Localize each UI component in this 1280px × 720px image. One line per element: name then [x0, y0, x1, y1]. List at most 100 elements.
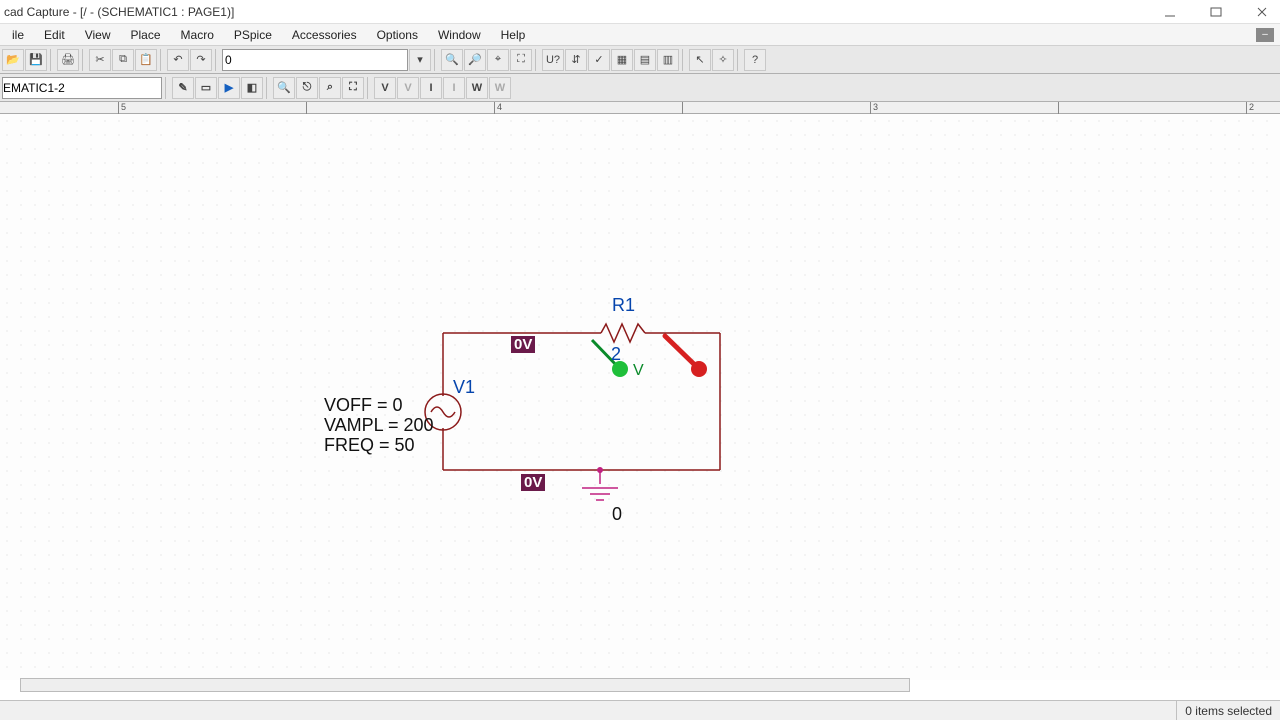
- horizontal-scrollbar[interactable]: [20, 678, 910, 692]
- menu-options[interactable]: Options: [367, 26, 428, 44]
- open-button[interactable]: 📂: [2, 49, 24, 71]
- marker-i-button[interactable]: I: [420, 77, 442, 99]
- menu-view[interactable]: View: [75, 26, 121, 44]
- menubar: ile Edit View Place Macro PSpice Accesso…: [0, 24, 1280, 46]
- close-document-button[interactable]: –: [1256, 28, 1274, 42]
- results-icon: ◧: [247, 81, 257, 94]
- net-label-top[interactable]: 0V: [511, 336, 535, 353]
- ruler-tick: 3: [870, 102, 878, 114]
- titlebar: cad Capture - [/ - (SCHEMATIC1 : PAGE1)]: [0, 0, 1280, 24]
- part-search-input[interactable]: [222, 49, 408, 71]
- new-profile-button[interactable]: ✎: [172, 77, 194, 99]
- edit-profile-icon: ▭: [201, 81, 211, 94]
- paste-icon: 📋: [139, 53, 153, 66]
- folder-icon: 📂: [6, 53, 20, 66]
- tool-u-button[interactable]: U?: [542, 49, 564, 71]
- vsource-freq-label[interactable]: FREQ = 50: [324, 435, 415, 455]
- tool-check-button[interactable]: ✓: [588, 49, 610, 71]
- redo-icon: ↷: [196, 53, 205, 66]
- help-button[interactable]: ?: [744, 49, 766, 71]
- vsource-voff-label[interactable]: VOFF = 0: [324, 395, 403, 415]
- resistor-ref-label[interactable]: R1: [612, 295, 635, 316]
- zoom-in-icon: 🔍: [445, 53, 459, 66]
- run-button[interactable]: ▶: [218, 77, 240, 99]
- redo-button[interactable]: ↷: [190, 49, 212, 71]
- statusbar: 0 items selected: [0, 700, 1280, 720]
- tool-grid2-button[interactable]: ▤: [634, 49, 656, 71]
- probe-zoom-button[interactable]: ⌕: [319, 77, 341, 99]
- menu-edit[interactable]: Edit: [34, 26, 75, 44]
- toolbar-pspice: ✎ ▭ ▶ ◧ 🔍 ⎋ ⌕ ⛶ V V I I W W: [0, 74, 1280, 102]
- probe-area-button[interactable]: ⛶: [342, 77, 364, 99]
- print-button[interactable]: 🖨: [57, 49, 79, 71]
- save-button[interactable]: 💾: [25, 49, 47, 71]
- menu-window[interactable]: Window: [428, 26, 491, 44]
- ruler-tick: 4: [494, 102, 502, 114]
- probe-toggle-button[interactable]: ⎋: [296, 77, 318, 99]
- close-button[interactable]: [1248, 3, 1276, 21]
- play-icon: ▶: [225, 81, 233, 94]
- scissors-icon: ✂: [95, 53, 104, 66]
- menu-file[interactable]: ile: [2, 26, 34, 44]
- menu-accessories[interactable]: Accessories: [282, 26, 367, 44]
- pointer-icon: ↖: [695, 53, 704, 66]
- tool-grid3-button[interactable]: ▥: [657, 49, 679, 71]
- vsource-vampl-label[interactable]: VAMPL = 200: [324, 415, 434, 435]
- view-results-button[interactable]: ◧: [241, 77, 263, 99]
- part-search-dropdown-button[interactable]: ▾: [409, 49, 431, 71]
- menu-place[interactable]: Place: [121, 26, 171, 44]
- simprofile-select[interactable]: [2, 77, 162, 99]
- zoom-fit-icon: ⛶: [517, 53, 525, 66]
- ground-label[interactable]: 0: [612, 504, 622, 525]
- probe-zoom-icon: ⌕: [327, 81, 333, 94]
- zoom-fit-button[interactable]: ⛶: [510, 49, 532, 71]
- menu-help[interactable]: Help: [491, 26, 536, 44]
- tool-sort-button[interactable]: ⇵: [565, 49, 587, 71]
- snap-icon: ✧: [718, 53, 727, 66]
- resistor-value-label[interactable]: 2: [611, 344, 621, 365]
- cut-button[interactable]: ✂: [89, 49, 111, 71]
- maximize-button[interactable]: [1202, 3, 1230, 21]
- magnifier-icon: 🔍: [277, 81, 291, 94]
- paste-button[interactable]: 📋: [135, 49, 157, 71]
- marker-v-button[interactable]: V: [374, 77, 396, 99]
- zoom-in-button[interactable]: 🔍: [441, 49, 463, 71]
- pointer-button[interactable]: ↖: [689, 49, 711, 71]
- horizontal-ruler: 5 4 3 2: [0, 102, 1280, 114]
- copy-button[interactable]: ⧉: [112, 49, 134, 71]
- ruler-tick: 5: [118, 102, 126, 114]
- schematic-drawing: [0, 114, 1280, 680]
- zoom-tool2-button[interactable]: 🔍: [273, 77, 295, 99]
- zoom-out-icon: 🔎: [468, 53, 482, 66]
- ruler-tick: [306, 102, 309, 114]
- voltage-probe-label[interactable]: V: [633, 362, 644, 380]
- marker-vdiff-button[interactable]: V: [397, 77, 419, 99]
- probe-area-icon: ⛶: [349, 81, 357, 94]
- net-label-bottom[interactable]: 0V: [521, 474, 545, 491]
- minimize-button[interactable]: [1156, 3, 1184, 21]
- menu-pspice[interactable]: PSpice: [224, 26, 282, 44]
- zoom-area-icon: ⌖: [495, 53, 501, 66]
- new-profile-icon: ✎: [178, 81, 187, 94]
- tool-grid1-button[interactable]: ▦: [611, 49, 633, 71]
- ruler-tick: 2: [1246, 102, 1254, 114]
- marker-w-button[interactable]: W: [466, 77, 488, 99]
- copy-icon: ⧉: [119, 53, 127, 66]
- zoom-area-button[interactable]: ⌖: [487, 49, 509, 71]
- ruler-tick: [682, 102, 685, 114]
- toolbar-main: 📂 💾 🖨 ✂ ⧉ 📋 ↶ ↷ ▾ 🔍 🔎 ⌖ ⛶ U? ⇵ ✓ ▦ ▤ ▥ ↖…: [0, 46, 1280, 74]
- edit-profile-button[interactable]: ▭: [195, 77, 217, 99]
- status-selection: 0 items selected: [1176, 701, 1280, 720]
- vsource-ref-label[interactable]: V1: [453, 377, 475, 398]
- snap-button[interactable]: ✧: [712, 49, 734, 71]
- marker-i2-button[interactable]: I: [443, 77, 465, 99]
- floppy-icon: 💾: [29, 53, 43, 66]
- marker-w2-button[interactable]: W: [489, 77, 511, 99]
- help-icon: ?: [752, 54, 758, 66]
- zoom-out-button[interactable]: 🔎: [464, 49, 486, 71]
- window-title: cad Capture - [/ - (SCHEMATIC1 : PAGE1)]: [4, 5, 1156, 19]
- undo-button[interactable]: ↶: [167, 49, 189, 71]
- menu-macro[interactable]: Macro: [171, 26, 224, 44]
- schematic-canvas[interactable]: R1 2 0V 0V V1 VOFF = 0 VAMPL = 200 FREQ …: [0, 114, 1280, 680]
- probe-icon: ⎋: [303, 81, 312, 94]
